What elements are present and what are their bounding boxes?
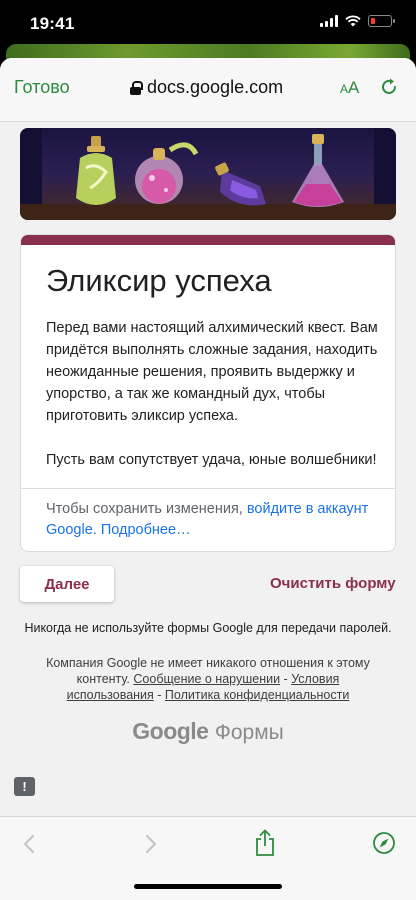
- feedback-icon[interactable]: !: [14, 777, 35, 796]
- google-forms-logo: Google Формы: [132, 718, 284, 744]
- form-title: Эликсир успеха: [46, 263, 272, 298]
- privacy-link[interactable]: Политика конфиденциальности: [165, 688, 349, 702]
- compass-icon[interactable]: [372, 831, 396, 855]
- wifi-icon: [345, 15, 361, 27]
- status-icons: [320, 15, 395, 27]
- card-accent-bar: [21, 235, 395, 245]
- status-bar: 19:41: [0, 0, 416, 48]
- home-indicator[interactable]: [134, 884, 282, 889]
- learn-more-link[interactable]: Подробнее…: [101, 522, 191, 538]
- legal-notice: Компания Google не имеет никакого отноше…: [46, 656, 370, 702]
- battery-icon: [368, 15, 395, 27]
- report-abuse-link[interactable]: Сообщение о нарушении: [133, 672, 280, 686]
- form-description: Перед вами настоящий алхимический квест.…: [46, 320, 378, 468]
- done-button[interactable]: Готово: [14, 77, 70, 98]
- text-size-button[interactable]: AA: [340, 78, 359, 98]
- signin-text: Чтобы сохранить изменения,: [46, 501, 247, 517]
- clear-form-button[interactable]: Очистить форму: [270, 575, 396, 592]
- status-time: 19:41: [30, 14, 75, 33]
- lock-icon: [130, 80, 143, 95]
- header-banner-image: [20, 128, 396, 220]
- reload-icon[interactable]: [378, 76, 400, 98]
- browser-navbar: Готово docs.google.com AA: [0, 58, 416, 122]
- browser-sheet: Готово docs.google.com AA Эликсир успеха…: [0, 58, 416, 900]
- card-divider: [21, 488, 395, 489]
- chevron-left-icon[interactable]: [20, 833, 40, 855]
- signal-icon: [320, 15, 338, 27]
- form-header-card: Эликсир успеха Перед вами настоящий алхи…: [20, 234, 396, 552]
- next-button[interactable]: Далее: [20, 566, 114, 602]
- chevron-right-icon[interactable]: [140, 833, 160, 855]
- potions-illustration: [20, 128, 396, 220]
- password-warning: Никогда не используйте формы Google для …: [24, 621, 392, 635]
- share-icon[interactable]: [254, 829, 276, 857]
- signin-note: Чтобы сохранить изменения, войдите в акк…: [46, 499, 381, 541]
- url-bar[interactable]: docs.google.com: [130, 77, 283, 98]
- url-text: docs.google.com: [147, 77, 284, 97]
